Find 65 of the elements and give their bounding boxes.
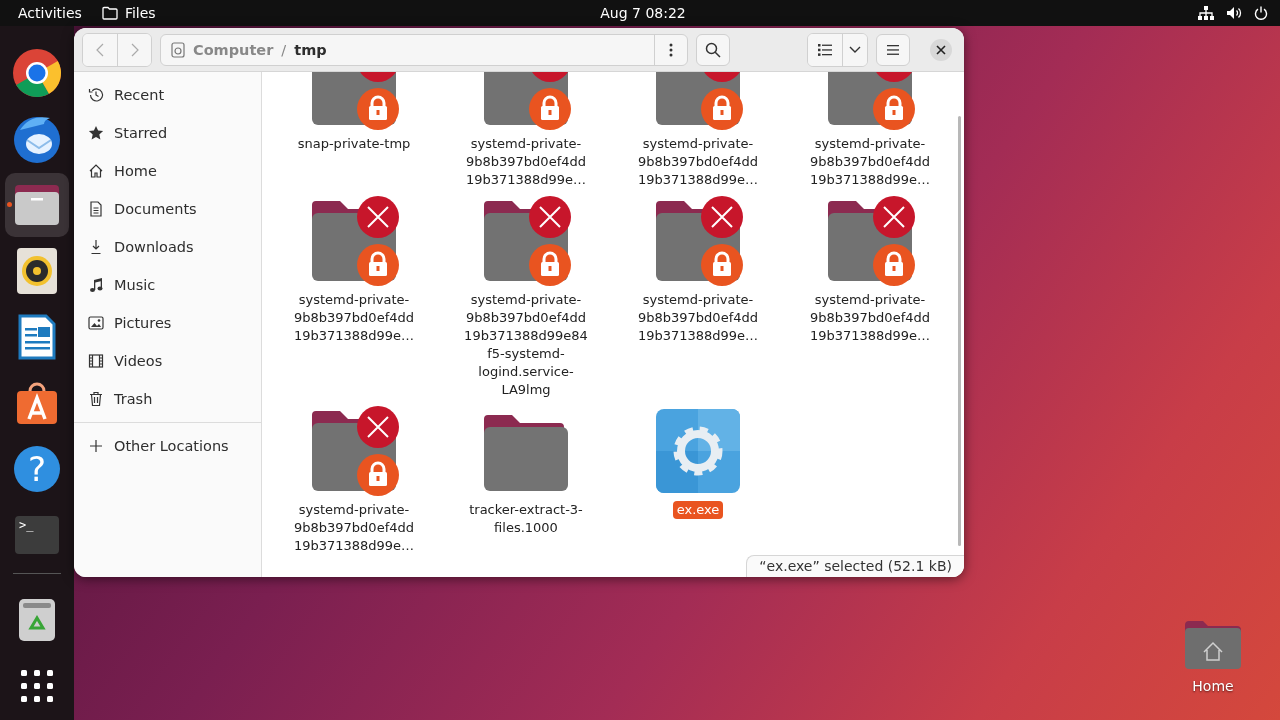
sidebar-item[interactable]: Starred [74,114,261,152]
home-folder-icon[interactable] [1184,620,1242,670]
plus-icon [88,438,104,454]
sidebar-item[interactable]: Trash [74,380,261,418]
search-button[interactable] [696,33,730,66]
file-name[interactable]: systemd-private-9b8b397bd0ef4dd19b371388d99e… [463,135,589,189]
sidebar-item[interactable]: Home [74,152,261,190]
image-icon [88,315,104,331]
trash-icon[interactable] [18,598,56,642]
file-name[interactable]: systemd-private-9b8b397bd0ef4dd19b371388d99e… [635,291,761,345]
search-icon [705,41,721,58]
close-icon [936,44,946,55]
film-icon [88,353,104,369]
document-icon[interactable] [18,314,56,360]
close-button[interactable] [930,38,952,61]
path-separator: / [281,41,287,58]
file-name[interactable]: systemd-private-9b8b397bd0ef4dd19b371388d99e… [807,135,933,189]
speaker-icon[interactable] [17,248,57,294]
menu-button[interactable] [876,33,910,66]
file-name[interactable]: tracker-extract-3-files.1000 [463,501,589,537]
trash-icon [88,391,104,407]
drive-icon [171,41,185,58]
file-name[interactable]: ex.exe [672,501,724,519]
sidebar-item[interactable]: Recent [74,76,261,114]
file-name[interactable]: systemd-private-9b8b397bd0ef4dd19b371388d99e84f5-systemd-logind.service-LA9lmg [463,291,589,399]
star-icon [88,125,104,141]
caret-icon [849,45,861,54]
terminal-icon[interactable]: >_ [15,516,59,554]
desktop-icon-label[interactable]: Home [1192,678,1234,694]
sidebar-item[interactable]: Downloads [74,228,261,266]
sidebar-item[interactable]: Videos [74,342,261,380]
file-name[interactable]: systemd-private-9b8b397bd0ef4dd19b371388d99e… [291,291,417,345]
shopping-bag-icon[interactable] [15,381,59,425]
menu-icon [886,43,900,56]
power-icon[interactable] [1254,6,1268,20]
sidebar-item[interactable]: Documents [74,190,261,228]
running-dot [7,202,12,207]
network-icon[interactable] [1198,6,1214,20]
file-name[interactable]: systemd-private-9b8b397bd0ef4dd19b371388d99e… [291,501,417,555]
sidebar-item[interactable]: Other Locations [74,427,261,465]
clock-icon [88,87,104,103]
status-bar: “ex.exe” selected (52.1 kB) [746,555,964,577]
folder-icon[interactable] [14,184,60,226]
scrollbar[interactable] [958,116,961,546]
clock[interactable]: Aug 7 08:22 [600,5,686,21]
file-name[interactable]: systemd-private-9b8b397bd0ef4dd19b371388d99e… [807,291,933,345]
list-icon [818,43,832,56]
dock-item[interactable] [5,173,69,237]
file-name[interactable]: systemd-private-9b8b397bd0ef4dd19b371388d99e… [635,135,761,189]
path-segment[interactable]: tmp [294,41,327,58]
chevron-left-icon [96,42,104,57]
sidebar-item[interactable]: Music [74,266,261,304]
volume-icon[interactable] [1226,6,1242,20]
file-name[interactable]: snap-private-tmp [291,135,417,153]
folder-icon [101,6,118,20]
music-note-icon [88,277,104,293]
document-icon [88,201,104,217]
more-icon [669,42,673,57]
chevron-right-icon [130,42,139,57]
dock-item[interactable]: >_ [7,505,67,565]
app-menu[interactable]: Files [124,5,156,21]
activities-button[interactable]: Activities [18,5,82,21]
home-icon [88,163,104,179]
sidebar-item[interactable]: Pictures [74,304,261,342]
app-grid-icon[interactable] [21,670,53,702]
